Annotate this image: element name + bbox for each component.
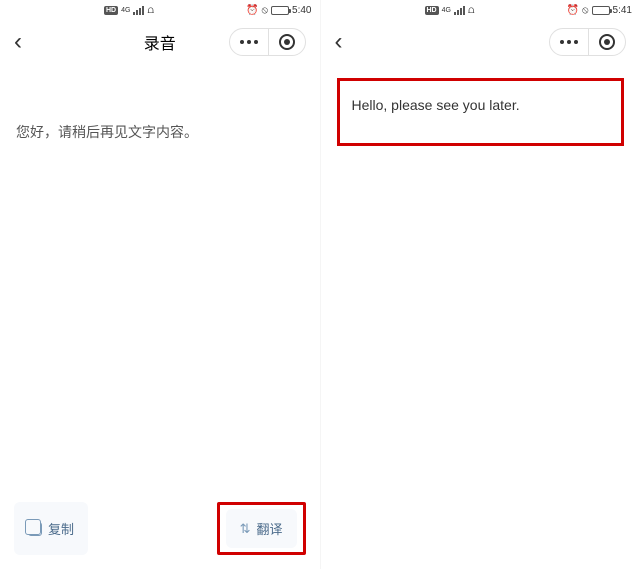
transcript-text: 您好，请稍后再见文字内容。 [16,122,304,142]
alarm-icon: ⏰ [567,5,579,16]
more-menu-button[interactable] [550,29,588,55]
status-left: HD 4G ⩍ [425,5,475,16]
translate-highlight: ⇅ 翻译 [217,502,306,555]
content-area: Hello, please see you later. [321,64,640,569]
status-time: 5:40 [292,5,311,16]
signal-icon [133,6,144,15]
hd-badge: HD [104,6,118,15]
phone-right: HD 4G ⩍ ⏰ ⦸ 5:41 ‹ He [321,0,640,569]
page-title: 录音 [144,30,176,54]
translation-text: Hello, please see you later. [352,97,610,113]
close-target-button[interactable] [589,29,625,55]
status-time: 5:41 [613,5,632,16]
back-button[interactable]: ‹ [335,30,343,54]
wifi-icon: ⩍ [468,5,475,16]
translation-highlight: Hello, please see you later. [337,78,625,146]
phone-left: HD 4G ⩍ ⏰ ⦸ 5:40 ‹ 录音 您好 [0,0,320,569]
translate-button[interactable]: ⇅ 翻译 [226,509,297,548]
status-right: ⏰ ⦸ 5:40 [246,5,311,16]
battery-icon [271,6,289,15]
wifi-icon: ⩍ [147,5,154,16]
status-bar: HD 4G ⩍ ⏰ ⦸ 5:40 [0,0,320,20]
nav-bar: ‹ 录音 [0,20,320,64]
network-4g-icon: 4G [121,7,130,14]
copy-button[interactable]: 复制 [14,502,88,555]
bottom-action-bar: 复制 ⇅ 翻译 [0,502,320,555]
content-area: 您好，请稍后再见文字内容。 复制 ⇅ 翻译 [0,64,320,569]
more-menu-button[interactable] [230,29,268,55]
nav-bar: ‹ [321,20,640,64]
nav-right-capsule [229,28,306,56]
dnd-icon: ⦸ [582,5,589,16]
dnd-icon: ⦸ [262,5,269,16]
status-right: ⏰ ⦸ 5:41 [567,5,632,16]
status-left: HD 4G ⩍ [104,5,154,16]
signal-icon [454,6,465,15]
back-button[interactable]: ‹ [14,30,22,54]
hd-badge: HD [425,6,439,15]
copy-label: 复制 [48,519,74,538]
translate-icon: ⇅ [240,521,251,537]
battery-icon [592,6,610,15]
nav-right-capsule [549,28,626,56]
status-bar: HD 4G ⩍ ⏰ ⦸ 5:41 [321,0,640,20]
close-target-button[interactable] [269,29,305,55]
network-4g-icon: 4G [442,7,451,14]
translate-label: 翻译 [256,519,282,538]
copy-icon [28,522,42,536]
alarm-icon: ⏰ [246,5,258,16]
